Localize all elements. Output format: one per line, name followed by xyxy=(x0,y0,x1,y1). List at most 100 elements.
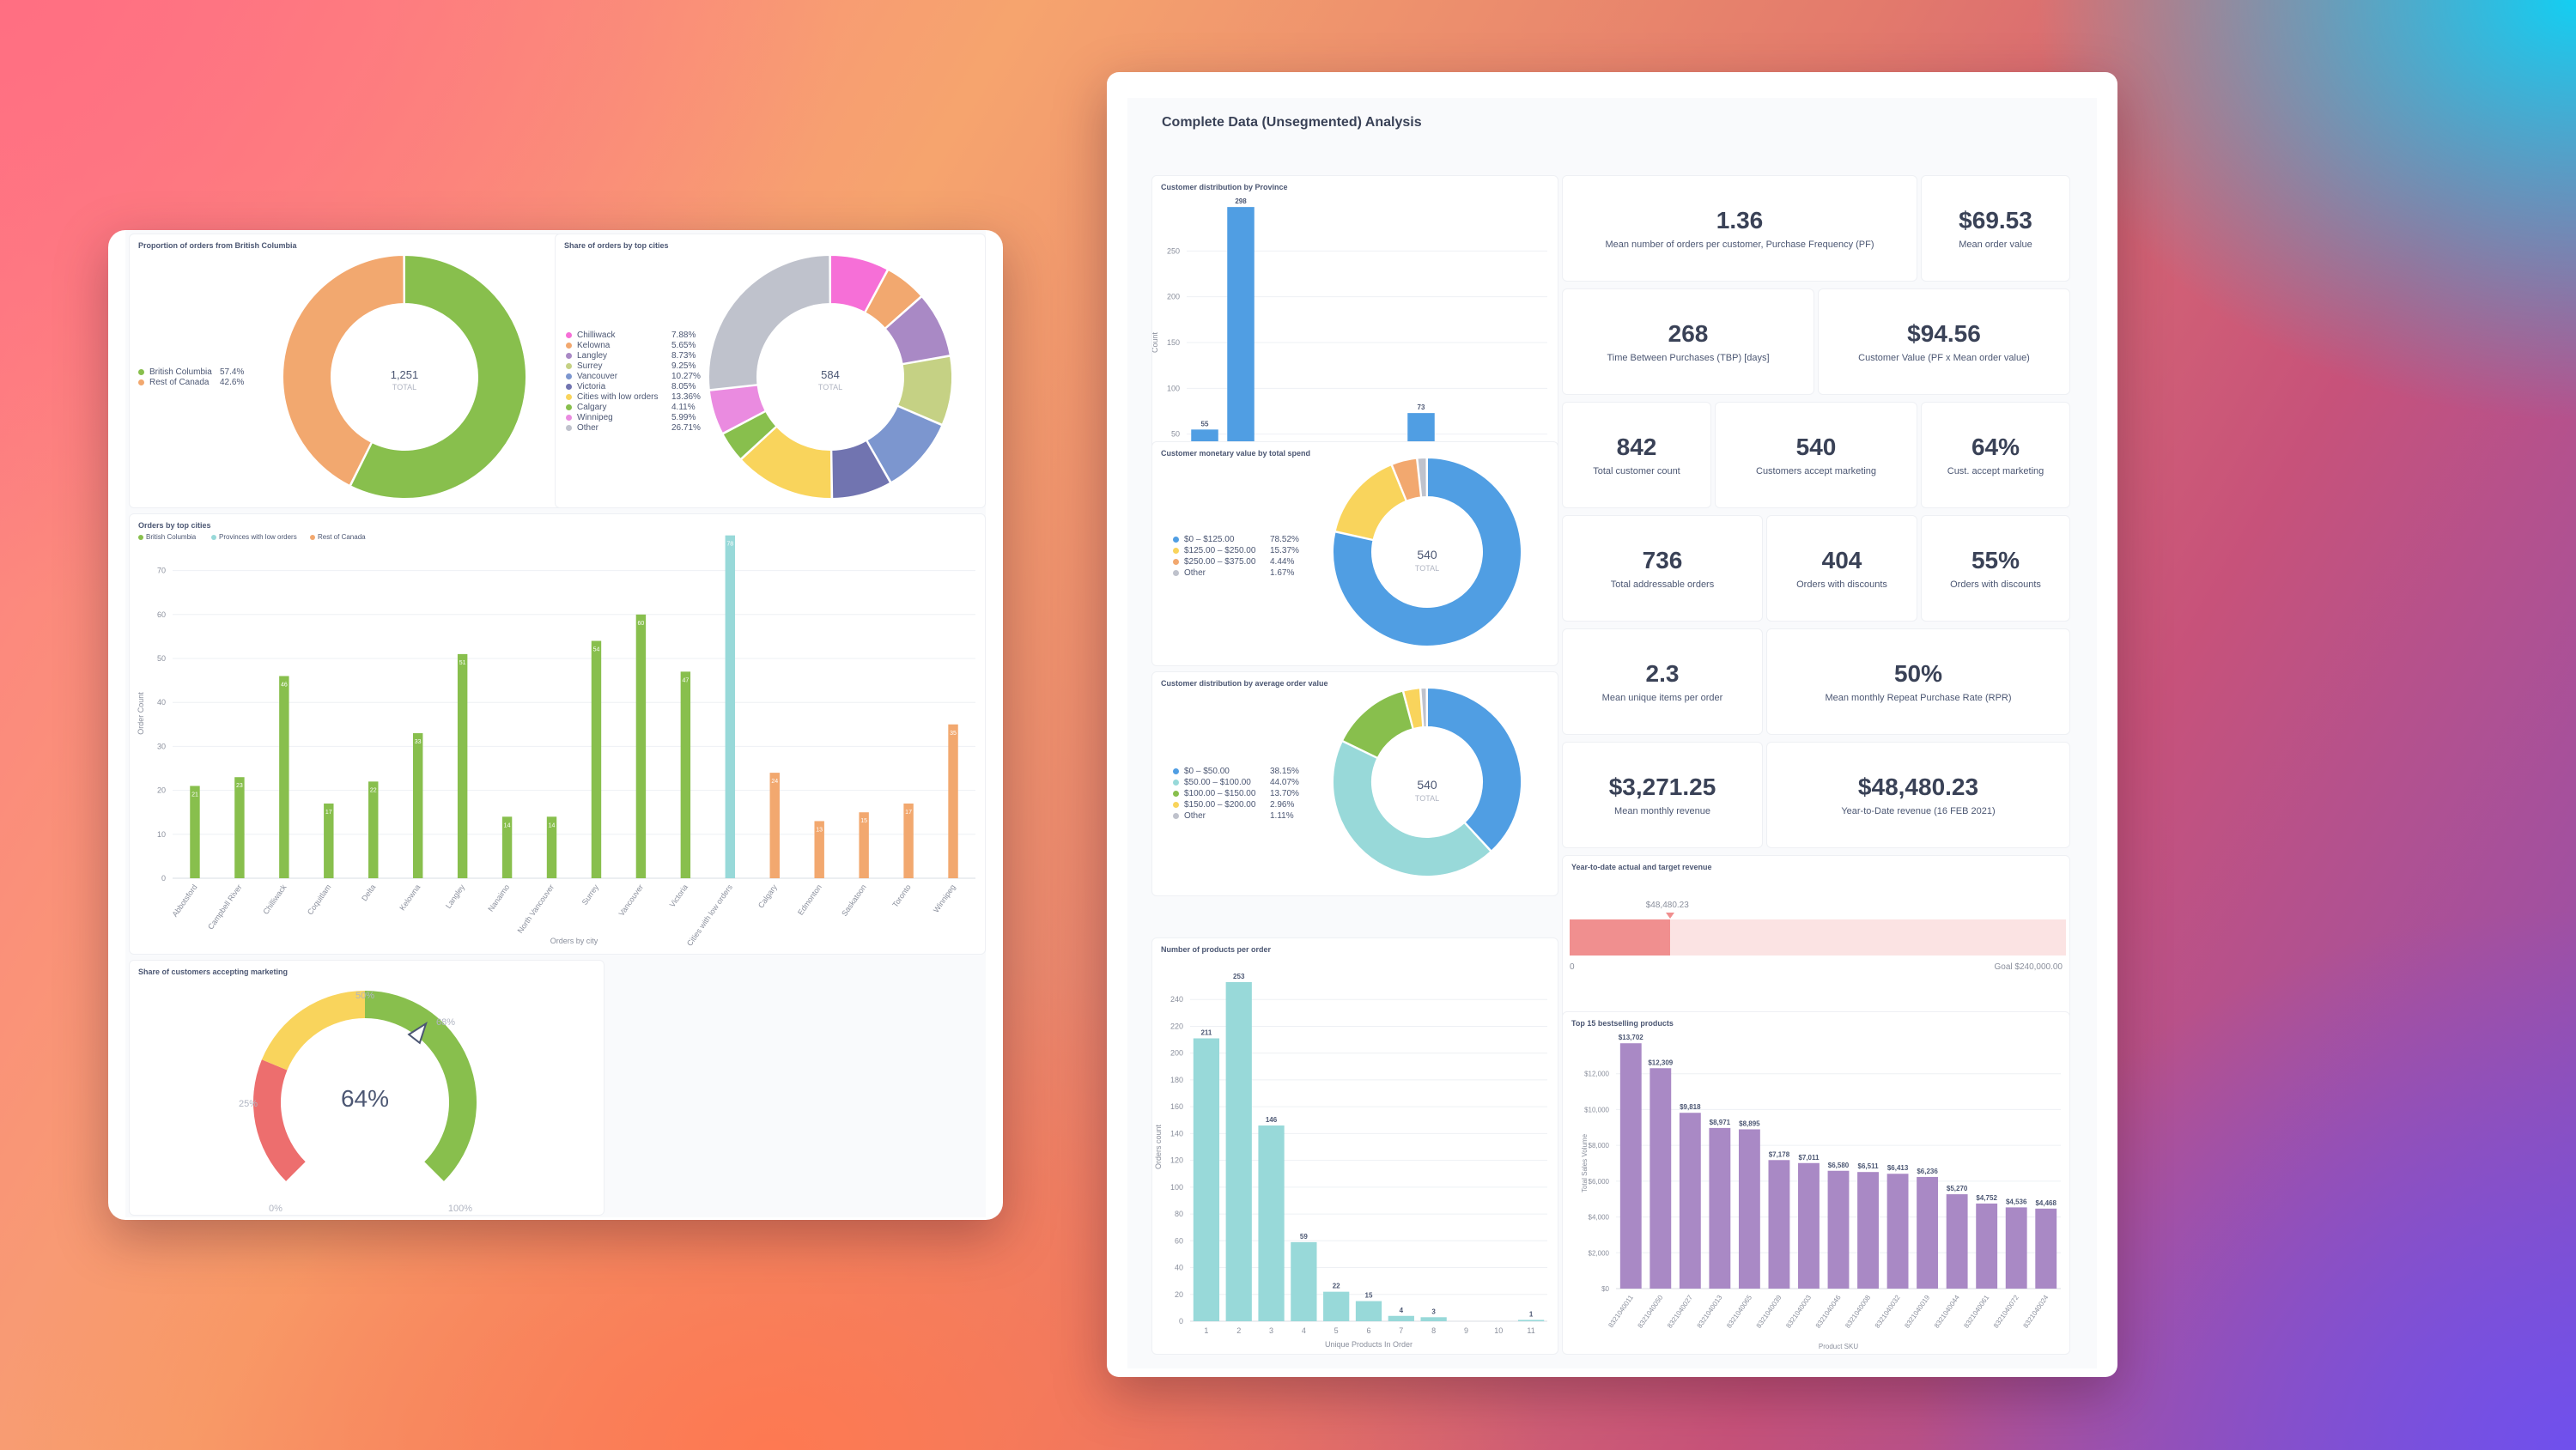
data-label: 22 xyxy=(1333,1283,1340,1290)
x-tick-label: 8321040008 xyxy=(1844,1294,1872,1330)
card-title: Customer distribution by average order v… xyxy=(1161,679,1328,688)
x-tick-label: 10 xyxy=(1494,1326,1503,1335)
legend-item[interactable]: $50.00 – $100.00 44.07% xyxy=(1173,778,1299,787)
kpi-customers-accept-marketing[interactable]: 540 Customers accept marketing xyxy=(1715,402,1917,508)
legend-item[interactable]: $250.00 – $375.00 4.44% xyxy=(1173,557,1294,567)
x-tick-label: 8321040050 xyxy=(1637,1294,1665,1330)
legend-item[interactable]: British Columbia 57.4% xyxy=(138,367,244,377)
kpi-time-between-purchases[interactable]: 268 Time Between Purchases (TBP) [days] xyxy=(1562,288,1814,395)
legend-value: 7.88% xyxy=(671,331,696,340)
card-share-top-cities[interactable]: Share of orders by top cities Chilliwack… xyxy=(555,234,986,508)
data-label: 253 xyxy=(1233,973,1245,980)
legend-item[interactable]: Other 1.67% xyxy=(1173,568,1294,578)
card-products-per-order[interactable]: Number of products per order 0 20 40 60 80 10… xyxy=(1151,937,1558,1355)
legend-value: 13.70% xyxy=(1270,789,1299,798)
bar xyxy=(2035,1208,2057,1289)
legend-item[interactable]: Victoria 8.05% xyxy=(566,382,696,391)
kpi-monthly-revenue[interactable]: $3,271.25 Mean monthly revenue xyxy=(1562,742,1763,848)
data-label: $6,236 xyxy=(1917,1168,1938,1175)
kpi-unique-items[interactable]: 2.3 Mean unique items per order xyxy=(1562,628,1763,735)
kpi-value: 540 xyxy=(1795,434,1837,460)
dashboard-title: Complete Data (Unsegmented) Analysis xyxy=(1162,115,1422,130)
x-tick-label: 3 xyxy=(1269,1326,1273,1335)
legend-item[interactable]: Vancouver 10.27% xyxy=(566,372,701,381)
kpi-purchase-frequency[interactable]: 1.36 Mean number of orders per customer,… xyxy=(1562,175,1917,282)
kpi-repeat-purchase-rate[interactable]: 50% Mean monthly Repeat Purchase Rate (R… xyxy=(1766,628,2070,735)
legend-item[interactable]: $100.00 – $150.00 13.70% xyxy=(1173,789,1299,798)
data-label: 15 xyxy=(860,818,867,824)
legend-item[interactable]: $125.00 – $250.00 15.37% xyxy=(1173,546,1299,555)
bar xyxy=(1738,1129,1760,1289)
data-label: $13,702 xyxy=(1619,1034,1643,1041)
data-label: 24 xyxy=(771,779,778,785)
legend-item[interactable]: Cities with low orders 13.36% xyxy=(566,392,701,402)
kpi-addressable-orders[interactable]: 736 Total addressable orders xyxy=(1562,515,1763,622)
legend-label: $125.00 – $250.00 xyxy=(1184,546,1256,555)
legend-value: 2.96% xyxy=(1270,800,1295,810)
card-orders-top-cities[interactable]: Orders by top cities British Columbia Pr… xyxy=(129,513,986,955)
card-spend[interactable]: Customer monetary value by total spend $… xyxy=(1151,441,1558,666)
legend-item[interactable]: Chilliwack 7.88% xyxy=(566,331,696,340)
bar xyxy=(680,671,691,878)
kpi-orders-with-discounts[interactable]: 404 Orders with discounts xyxy=(1766,515,1917,622)
bar xyxy=(635,614,647,878)
kpi-accept-marketing-pct[interactable]: 64% Cust. accept marketing xyxy=(1921,402,2070,508)
x-tick-label: Calgary xyxy=(756,883,779,910)
legend-label: Rest of Canada xyxy=(149,378,210,387)
legend-item[interactable]: Other 26.71% xyxy=(566,423,701,433)
legend-item[interactable]: $0 – $125.00 78.52% xyxy=(1173,535,1299,544)
legend-dot xyxy=(1173,536,1179,543)
card-bestsellers[interactable]: Top 15 bestselling products $0 $2,000 $4,0… xyxy=(1562,1011,2070,1355)
x-tick-label: 8321040046 xyxy=(1814,1294,1843,1330)
legend-item[interactable]: Langley 8.73% xyxy=(566,351,696,361)
donut-chart: 1,251 TOTAL xyxy=(282,253,527,500)
legend-dot xyxy=(566,331,572,338)
kpi-customer-value[interactable]: $94.56 Customer Value (PF x Mean order v… xyxy=(1818,288,2070,395)
bar xyxy=(1355,1301,1382,1321)
kpi-mean-order-value[interactable]: $69.53 Mean order value xyxy=(1921,175,2070,282)
data-label: 4 xyxy=(1400,1307,1404,1314)
card-aov[interactable]: Customer distribution by average order v… xyxy=(1151,671,1558,896)
card-title: Share of orders by top cities xyxy=(564,241,669,250)
legend-value: 38.15% xyxy=(1270,767,1299,776)
legend-item[interactable]: Winnipeg 5.99% xyxy=(566,413,696,422)
legend-value: 57.4% xyxy=(220,367,245,377)
data-label: $7,011 xyxy=(1798,1154,1820,1162)
legend-item[interactable]: Calgary 4.11% xyxy=(566,403,696,412)
kpi-label: Mean order value xyxy=(1959,240,2032,250)
legend-item[interactable]: Rest of Canada 42.6% xyxy=(138,378,244,387)
kpi-ytd-revenue[interactable]: $48,480.23 Year-to-Date revenue (16 FEB … xyxy=(1766,742,2070,848)
legend-dot xyxy=(566,403,572,410)
bar xyxy=(1649,1068,1672,1289)
y-tick-label: 60 xyxy=(1175,1236,1183,1245)
kpi-discount-pct[interactable]: 55% Orders with discounts xyxy=(1921,515,2070,622)
legend-value: 13.36% xyxy=(671,392,701,402)
data-label: $4,536 xyxy=(2006,1198,2027,1205)
legend-dot xyxy=(1173,801,1179,808)
donut-total: 1,251 xyxy=(391,368,419,381)
legend-item[interactable]: $0 – $50.00 38.15% xyxy=(1173,767,1299,776)
gauge-segment xyxy=(261,991,365,1071)
y-axis-label: Order Count xyxy=(137,692,145,735)
data-label: $8,895 xyxy=(1739,1119,1760,1127)
x-tick-label: 8321040024 xyxy=(2021,1294,2050,1330)
data-label: 33 xyxy=(415,739,422,745)
x-tick-label: Vancouver xyxy=(617,883,645,917)
y-tick-label: 40 xyxy=(157,698,166,707)
bar xyxy=(190,786,200,878)
y-tick-label: 20 xyxy=(1175,1290,1183,1299)
bar xyxy=(1323,1291,1350,1321)
y-tick-label: 20 xyxy=(157,786,166,795)
kpi-value: 268 xyxy=(1668,320,1709,347)
legend-item[interactable]: Kelowna 5.65% xyxy=(566,341,696,350)
kpi-total-customers[interactable]: 842 Total customer count xyxy=(1562,402,1711,508)
x-tick-label: 8321040003 xyxy=(1784,1294,1813,1330)
legend-item[interactable]: $150.00 – $200.00 2.96% xyxy=(1173,800,1294,810)
data-label: $4,752 xyxy=(1976,1194,1997,1202)
x-tick-label: Chilliwack xyxy=(261,883,288,916)
legend-item[interactable]: Other 1.11% xyxy=(1173,811,1294,821)
card-share-marketing[interactable]: Share of customers accepting marketing 6… xyxy=(129,960,605,1216)
legend-value: 15.37% xyxy=(1270,546,1299,555)
legend-value: 4.11% xyxy=(671,403,696,412)
legend-item[interactable]: Surrey 9.25% xyxy=(566,361,696,371)
